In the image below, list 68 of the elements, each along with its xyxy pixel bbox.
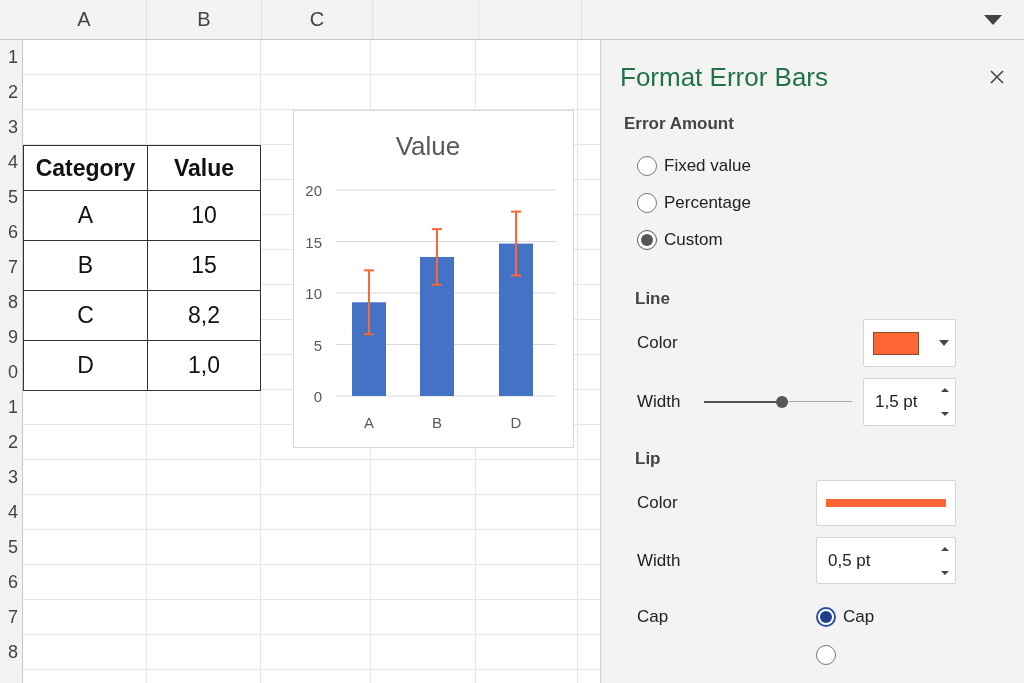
slider-thumb[interactable] (776, 396, 789, 408)
table-cell: A (23, 190, 148, 241)
column-header[interactable]: A (22, 0, 147, 39)
row-header[interactable]: 7 (0, 250, 22, 285)
row-header[interactable]: 3 (0, 110, 22, 145)
column-header[interactable]: B (147, 0, 262, 39)
row-header[interactable]: 3 (0, 460, 22, 495)
radio-button[interactable]: Fixed value (637, 155, 751, 176)
axis-category-label: B (432, 414, 442, 431)
table-cell: 8,2 (147, 290, 261, 341)
color-picker-button[interactable] (863, 319, 956, 367)
axis-tick-label: 20 (305, 182, 322, 199)
dropdown-icon[interactable] (984, 14, 1002, 25)
table-header-cell: Value (147, 145, 261, 191)
width-spinner-field[interactable]: 1,5 pt (863, 378, 956, 426)
radio-button[interactable]: Cap (816, 607, 875, 627)
panel-title: Format Error Bars (620, 61, 829, 93)
row-header[interactable]: 9 (0, 320, 22, 355)
axis-category-label: A (364, 414, 374, 431)
row-header[interactable]: 7 (0, 600, 22, 635)
field-label: Width (637, 392, 681, 412)
row-header[interactable]: 4 (0, 145, 22, 180)
table-cell: D (23, 340, 148, 391)
axis-tick-label: 15 (305, 233, 322, 251)
row-header[interactable]: 8 (0, 635, 22, 670)
chart-title: Value (395, 131, 461, 161)
width-slider[interactable] (704, 395, 852, 409)
spinner-arrows-icon[interactable] (940, 387, 950, 417)
field-label: Color (637, 333, 678, 353)
radio-button[interactable]: Custom (637, 229, 723, 250)
row-header[interactable]: 5 (0, 530, 22, 565)
axis-tick-label: 5 (313, 336, 322, 354)
radio-button[interactable] (816, 645, 836, 665)
color-picker-button[interactable] (816, 480, 956, 526)
table-cell: 1,0 (147, 340, 261, 391)
field-label: Cap (637, 606, 669, 628)
row-header[interactable]: 2 (0, 425, 22, 460)
row-header[interactable]: 2 (0, 75, 22, 110)
table-cell: B (23, 240, 148, 291)
column-header[interactable]: C (262, 0, 373, 39)
axis-tick-label: 10 (305, 285, 322, 302)
field-label: Width (637, 550, 681, 571)
spinner-arrows-icon[interactable] (940, 545, 950, 576)
row-header[interactable]: 6 (0, 215, 22, 250)
table-cell: 15 (147, 240, 261, 291)
table-header-cell: Category (23, 145, 148, 191)
caret-icon (939, 340, 949, 346)
axis-tick-label: 0 (313, 388, 322, 405)
section-heading: Line (635, 288, 670, 310)
row-header[interactable]: 1 (0, 390, 22, 425)
row-header[interactable]: 5 (0, 180, 22, 215)
section-heading: Lip (635, 448, 661, 470)
error-bar (363, 269, 375, 336)
row-header[interactable]: 6 (0, 565, 22, 600)
row-header[interactable]: 1 (0, 40, 22, 75)
row-header[interactable]: 4 (0, 495, 22, 530)
close-button[interactable] (990, 70, 1004, 84)
field-label: Color (637, 493, 678, 513)
radio-button[interactable]: Percentage (637, 192, 751, 213)
axis-category-label: D (510, 414, 522, 431)
width-spinner-field[interactable]: 0,5 pt (816, 537, 956, 584)
table-cell: C (23, 290, 148, 341)
table-cell: 10 (147, 190, 261, 241)
row-header[interactable]: 0 (0, 355, 22, 390)
section-heading: Error Amount (624, 113, 734, 135)
row-header[interactable]: 8 (0, 285, 22, 320)
error-bar (431, 228, 443, 286)
error-bar (510, 210, 522, 277)
